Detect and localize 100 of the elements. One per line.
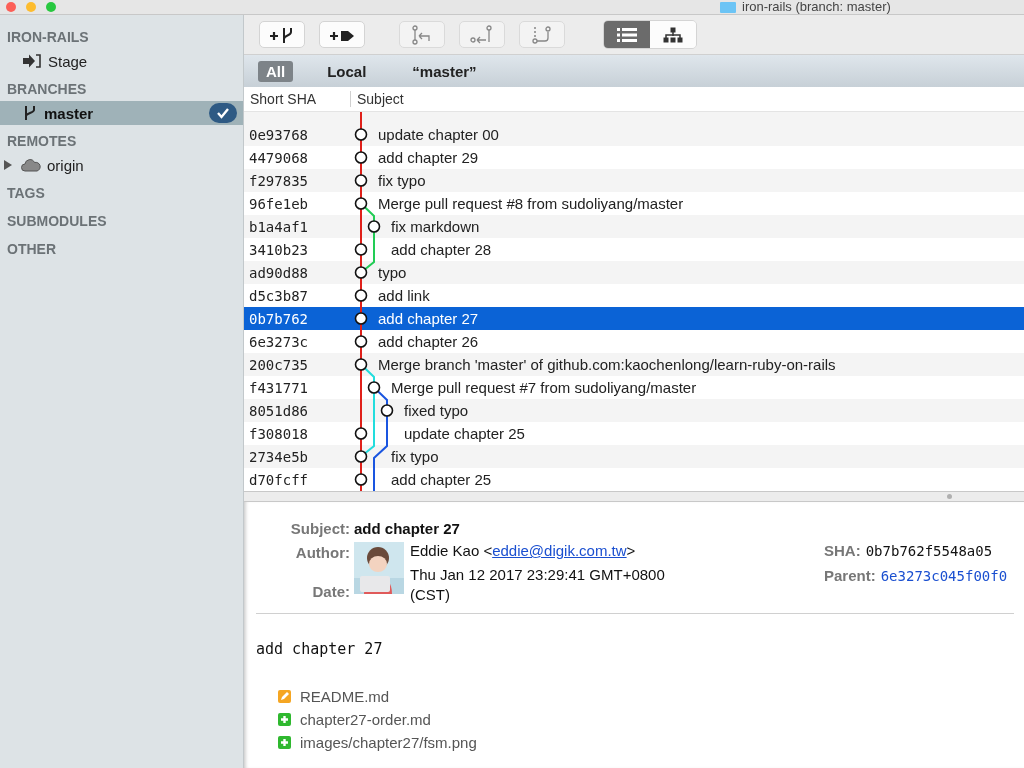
column-header[interactable]: Short SHA xyxy=(244,91,351,107)
commit-dot xyxy=(354,151,368,164)
section-header: REMOTES xyxy=(6,132,78,151)
sidebar-item-label: master xyxy=(44,104,94,122)
sha-cell-text: f431771 xyxy=(248,379,309,396)
commit-dot xyxy=(354,243,368,256)
commit-row[interactable]: 8051d86 fixed typo xyxy=(244,399,1024,422)
sha-cell-text: 8051d86 xyxy=(248,402,309,419)
subject-cell: fix typo xyxy=(378,172,426,189)
cloud-icon xyxy=(21,158,41,172)
parent-link[interactable]: 6e3273c045f00f0 xyxy=(880,568,1008,584)
commit-dot xyxy=(354,174,368,187)
sha-cell-text: 4479068 xyxy=(248,149,309,166)
commit-dot xyxy=(367,381,381,394)
hierarchy-icon xyxy=(663,26,683,43)
section-header: SUBMODULES xyxy=(6,212,108,231)
commit-dot xyxy=(354,450,368,463)
commit-dot xyxy=(380,404,394,417)
email-link[interactable]: eddie@digik.com.tw xyxy=(492,542,627,559)
toolbar-button[interactable] xyxy=(259,21,305,48)
branch-icon xyxy=(22,104,38,122)
view-mode-switch[interactable] xyxy=(603,20,697,49)
filter-tab[interactable]: “master” xyxy=(404,60,485,82)
commit-dot xyxy=(354,197,368,210)
file-name[interactable]: chapter27-order.md xyxy=(300,711,431,728)
view-mode-button[interactable] xyxy=(604,21,650,48)
field-label: Parent: xyxy=(824,567,876,584)
sha-cell-text: 0e93768 xyxy=(248,126,309,143)
sha-cell-text: f308018 xyxy=(248,425,309,442)
section-header: BRANCHES xyxy=(6,80,88,99)
disclosure-triangle-icon[interactable] xyxy=(4,160,12,170)
view-mode-button[interactable] xyxy=(650,21,696,48)
sidebar-item-label: Stage xyxy=(48,52,88,70)
splitter-handle[interactable] xyxy=(947,494,952,499)
sidebar-item[interactable]: origin xyxy=(0,153,243,177)
sha-cell-text: 96fe1eb xyxy=(248,195,309,212)
sha-cell-text: ad90d88 xyxy=(248,264,309,281)
commit-message: add chapter 27 xyxy=(256,640,384,658)
section-header: IRON-RAILS xyxy=(6,28,90,47)
commit-row[interactable]: 200c735 Merge branch 'master' of github.com:kaochenlong/learn-ruby-on-rails xyxy=(244,353,1024,376)
subject-cell: fix typo xyxy=(391,448,439,465)
commit-dot xyxy=(354,289,368,302)
file-name[interactable]: README.md xyxy=(300,688,390,705)
sidebar-item[interactable]: master xyxy=(0,101,243,125)
commit-date: Thu Jan 12 2017 23:29:41 GMT+0800 (CST) xyxy=(410,565,666,605)
zoom-button[interactable] xyxy=(46,2,56,12)
sha-cell-text: 200c735 xyxy=(248,356,309,373)
toolbar-button[interactable] xyxy=(319,21,365,48)
commit-row[interactable]: 0b7b762 add chapter 27 xyxy=(244,307,1024,330)
arrow-into-bracket-icon xyxy=(22,53,42,69)
commit-row[interactable]: 2734e5b fix typo xyxy=(244,445,1024,468)
commit-dot xyxy=(354,427,368,440)
commit-dot xyxy=(367,220,381,233)
column-header[interactable]: Subject xyxy=(351,91,404,107)
folder-icon xyxy=(720,1,736,13)
sha-cell-text: b1a4af1 xyxy=(248,218,309,235)
sha-cell-text: 2734e5b xyxy=(248,448,309,465)
sha-value: 0b7b762f5548a05 xyxy=(865,543,993,559)
subject-cell: Merge branch 'master' of github.com:kaochenlong/learn-ruby-on-rails xyxy=(378,356,836,373)
sha-cell-text: d5c3b87 xyxy=(248,287,309,304)
subject-cell: add chapter 28 xyxy=(391,241,492,258)
subject-cell: update chapter 25 xyxy=(404,425,525,442)
field-label: Subject: xyxy=(290,520,350,537)
field-label: Author: xyxy=(295,544,350,561)
commit-dot xyxy=(354,128,368,141)
dotted-branch-icon xyxy=(530,24,554,45)
sha-cell-text: 0b7b762 xyxy=(248,310,309,327)
filter-tab[interactable]: Local xyxy=(319,60,375,82)
minimize-button[interactable] xyxy=(26,2,36,12)
commit-subject: add chapter 27 xyxy=(354,520,461,537)
dots-arrow-icon xyxy=(470,24,494,45)
subject-cell: add chapter 25 xyxy=(391,471,492,488)
commit-row[interactable]: ad90d88 typo xyxy=(244,261,1024,284)
commit-dot xyxy=(354,266,368,279)
subject-cell: update chapter 00 xyxy=(378,126,499,143)
sha-cell-text: 3410b23 xyxy=(248,241,309,258)
commit-row[interactable]: f297835 fix typo xyxy=(244,169,1024,192)
subject-cell: fixed typo xyxy=(404,402,469,419)
filter-tab[interactable]: All xyxy=(258,60,294,82)
sha-cell-text: f297835 xyxy=(248,172,309,189)
subject-cell: Merge pull request #7 from sudoliyang/master xyxy=(391,379,697,396)
subject-cell: fix markdown xyxy=(391,218,480,235)
sha-cell-text: d70fcff xyxy=(248,471,309,488)
sha-cell-text: 6e3273c xyxy=(248,333,309,350)
file-name[interactable]: images/chapter27/fsm.png xyxy=(300,734,477,751)
window-title: iron-rails (branch: master) xyxy=(742,0,891,14)
sidebar-item-label: origin xyxy=(47,156,84,174)
subject-cell: add chapter 29 xyxy=(378,149,479,166)
section-header: TAGS xyxy=(6,184,46,203)
commit-dot xyxy=(354,312,368,325)
commit-row[interactable]: b1a4af1 fix markdown xyxy=(244,215,1024,238)
commit-dot xyxy=(354,358,368,371)
section-header: OTHER xyxy=(6,240,57,259)
subject-cell: add chapter 26 xyxy=(378,333,479,350)
close-button[interactable] xyxy=(6,2,16,12)
sidebar-item[interactable]: Stage xyxy=(0,49,243,73)
field-label: Date: xyxy=(312,583,350,600)
list-icon xyxy=(616,26,638,43)
author-line: Eddie Kao <eddie@digik.com.tw> xyxy=(410,542,637,559)
commit-row[interactable]: 0e93768 update chapter 00 xyxy=(244,123,1024,146)
